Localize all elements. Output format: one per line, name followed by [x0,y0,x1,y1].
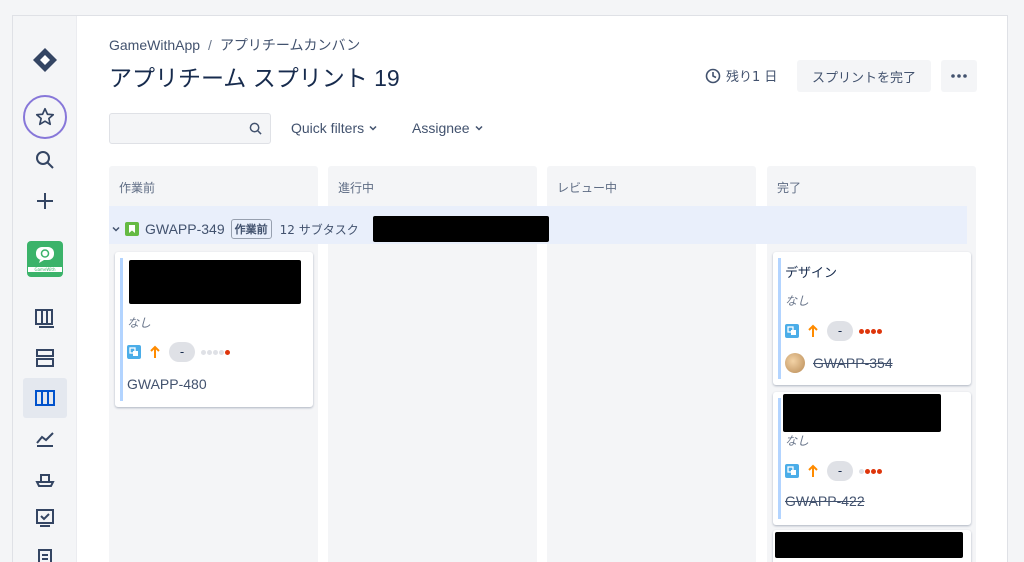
board-main: GameWithApp / アプリチームカンバン アプリチーム スプリント 19 残… [109,16,1007,562]
app-window: GameWith GameWithApp / アプリチームカンバン アプリチーム ス… [12,15,1008,562]
breadcrumb-separator: / [208,37,212,53]
breadcrumb: GameWithApp / アプリチームカンバン [109,35,360,55]
redacted-title [129,260,301,304]
redacted-title [783,394,941,432]
card-meta: - [127,342,231,362]
clock-icon [705,68,721,83]
priority-arrow-up-icon [150,345,160,358]
column-header: 作業前 [119,181,156,195]
subtask-count: 12 サブタスク [279,222,359,237]
column-header: 進行中 [338,181,375,195]
column-header: レビュー中 [557,181,618,195]
backlog-icon[interactable] [23,298,67,338]
progress-dots [859,328,883,334]
ellipsis-icon [951,74,967,78]
remaining-time: 残り1 日 [705,66,777,85]
releases-icon[interactable] [23,458,67,498]
epic-label: なし [127,316,152,330]
column-header: 完了 [777,181,802,195]
breadcrumb-board[interactable]: アプリチームカンバン [220,37,360,53]
issue-card[interactable]: なし - GWAPP-480 [115,252,313,407]
subtask-icon [785,464,799,478]
pages-icon[interactable] [23,538,67,562]
estimate-badge: - [169,342,195,362]
subtask-icon [785,324,799,338]
swimlane-issue-key[interactable]: GWAPP-349 [145,221,225,237]
progress-dots [859,468,883,474]
search-input[interactable] [110,114,240,143]
swimlane-row: GWAPP-349 作業前 12 サブタスク [109,216,549,242]
redacted-summary [372,216,549,242]
search-field[interactable] [109,113,271,144]
card-meta: - [785,321,883,341]
issue-key[interactable]: GWAPP-354 [813,355,893,371]
issue-key-row: GWAPP-354 [785,353,893,373]
issue-card[interactable]: デザイン なし - GWAPP-354 [773,252,971,385]
estimate-badge: - [827,461,853,481]
issue-key[interactable]: GWAPP-480 [127,376,207,392]
redacted-title [775,532,963,558]
estimate-badge: - [827,321,853,341]
sprints-icon[interactable] [23,338,67,378]
quick-filters-dropdown[interactable]: Quick filters [291,120,378,136]
epic-label: なし [785,294,810,308]
chevron-down-icon [475,125,483,131]
jira-logo-icon[interactable] [23,40,67,80]
chevron-down-icon [369,125,377,131]
progress-dots [201,349,231,355]
search-icon [249,122,262,135]
assignee-label: Assignee [412,120,470,136]
global-sidebar: GameWith [13,16,77,562]
card-meta: - [785,461,883,481]
project-avatar[interactable]: GameWith [27,241,63,277]
page-title: アプリチーム スプリント 19 [109,65,400,91]
create-icon[interactable] [23,181,67,221]
epic-label: なし [785,434,810,448]
card-color-bar [778,258,781,379]
remaining-label: 残り1 日 [726,70,778,85]
quick-filters-label: Quick filters [291,120,365,136]
priority-arrow-up-icon [808,464,818,477]
card-color-bar [778,398,781,519]
card-color-bar [120,258,123,401]
reports-icon[interactable] [23,418,67,458]
complete-sprint-button[interactable]: スプリントを完了 [797,60,931,92]
issue-summary: デザイン [785,266,838,281]
project-avatar-caption: GameWith [28,267,62,272]
story-icon [125,222,139,236]
issue-card[interactable] [773,530,971,562]
avatar[interactable] [785,353,805,373]
subtask-icon [127,345,141,359]
priority-arrow-up-icon [808,324,818,337]
assignee-dropdown[interactable]: Assignee [412,120,484,136]
issues-icon[interactable] [23,498,67,538]
breadcrumb-project[interactable]: GameWithApp [109,37,200,53]
issue-key[interactable]: GWAPP-422 [785,493,865,509]
starred-icon[interactable] [23,95,67,139]
chevron-down-icon[interactable] [111,224,121,234]
more-actions-button[interactable] [941,60,977,92]
board-icon[interactable] [23,378,67,418]
issue-card[interactable]: なし - GWAPP-422 [773,392,971,525]
status-badge: 作業前 [230,219,272,239]
swimlane-header[interactable]: GWAPP-349 作業前 12 サブタスク [109,206,967,244]
search-icon[interactable] [23,140,67,180]
